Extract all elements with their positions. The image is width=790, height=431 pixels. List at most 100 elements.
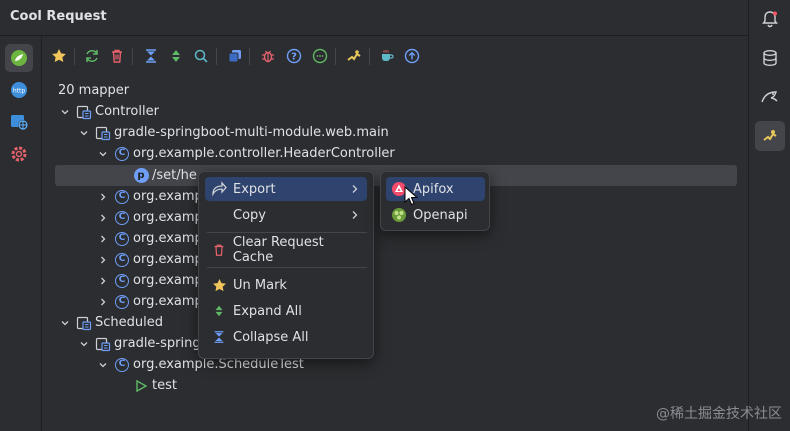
tree-label: org.examp (133, 210, 203, 225)
tree-node-scheduled[interactable]: Scheduled (58, 312, 163, 333)
copy-icon[interactable] (225, 46, 245, 66)
mouse-cursor-icon (404, 185, 419, 210)
tree-node-controller[interactable]: Controller (58, 101, 159, 122)
bug-icon[interactable] (258, 46, 278, 66)
class-icon: C (114, 146, 130, 162)
chevron-right-icon[interactable] (96, 192, 110, 202)
chevron-down-icon[interactable] (58, 318, 72, 328)
plugin-icon[interactable] (344, 46, 364, 66)
tree-node-org[interactable]: C org.examp (96, 291, 203, 312)
menu-item-export[interactable]: Export (205, 177, 367, 201)
tree-label: org.examp (133, 252, 203, 267)
class-icon: C (114, 252, 130, 268)
chevron-right-icon[interactable] (96, 255, 110, 265)
class-icon: C (114, 210, 130, 226)
tree-node-selected-path[interactable]: p /set/he (133, 165, 197, 186)
request-method-icon: p (133, 168, 149, 184)
chevron-right-icon[interactable] (96, 297, 110, 307)
chat-icon[interactable] (310, 46, 330, 66)
help-icon[interactable]: ? (284, 46, 304, 66)
menu-label: Clear Request Cache (232, 235, 324, 265)
tree-node-org[interactable]: C org.examp (96, 228, 203, 249)
class-icon: C (114, 357, 130, 373)
menu-label: Apifox (413, 181, 454, 197)
right-tool-strip (748, 0, 790, 431)
search-icon[interactable] (191, 46, 211, 66)
coffee-icon[interactable] (377, 46, 397, 66)
export-submenu: Apifox Openapi (380, 171, 490, 231)
svg-text:?: ? (291, 52, 297, 63)
submenu-item-apifox[interactable]: Apifox (386, 177, 485, 201)
chevron-right-icon (351, 183, 359, 198)
module-icon (95, 125, 111, 141)
tree-header: 20 mapper (58, 80, 129, 101)
tree-node-module-main[interactable]: gradle-springboot-multi-module.web.main (77, 122, 389, 143)
menu-divider (207, 267, 367, 268)
chevron-down-icon[interactable] (96, 360, 110, 370)
toolbar: ? (43, 40, 748, 72)
submenu-item-openapi[interactable]: Openapi (386, 203, 485, 227)
refresh-icon[interactable] (82, 46, 102, 66)
cool-request-icon[interactable] (755, 121, 785, 151)
mapper-count: 20 mapper (58, 83, 130, 98)
menu-item-unmark[interactable]: Un Mark (205, 273, 367, 297)
export-icon (211, 181, 227, 197)
menu-label: Copy (233, 207, 266, 223)
chevron-down-icon[interactable] (77, 339, 91, 349)
tree-node-module-scheduled[interactable]: gradle-spring (77, 333, 201, 354)
mongo-icon[interactable] (755, 82, 785, 112)
tree-label: Scheduled (95, 315, 163, 330)
expand-all-icon[interactable] (166, 46, 186, 66)
menu-item-copy[interactable]: Copy (205, 203, 367, 227)
delete-icon (211, 242, 227, 258)
module-icon (95, 336, 111, 352)
menu-item-clear-cache[interactable]: Clear Request Cache (205, 235, 367, 265)
upload-icon[interactable] (402, 46, 422, 66)
class-icon: C (114, 189, 130, 205)
menu-label: Un Mark (233, 277, 287, 293)
tree-label: Controller (95, 104, 159, 119)
settings-icon[interactable] (5, 140, 33, 168)
tree-node-org[interactable]: C org.examp (96, 186, 203, 207)
chevron-right-icon[interactable] (96, 234, 110, 244)
delete-icon[interactable] (107, 46, 127, 66)
tree-label: org.examp (133, 231, 203, 246)
class-icon: C (114, 231, 130, 247)
tree-label: /set/he (152, 168, 197, 183)
tree-label: gradle-springboot-multi-module.web.main (114, 125, 389, 140)
menu-item-expand-all[interactable]: Expand All (205, 299, 367, 323)
bell-icon[interactable] (755, 4, 785, 34)
chevron-right-icon (351, 209, 359, 224)
tree-label: org.examp (133, 294, 203, 309)
menu-label: Expand All (233, 303, 302, 319)
chevron-down-icon[interactable] (77, 128, 91, 138)
star-icon (211, 277, 227, 293)
chevron-right-icon[interactable] (96, 276, 110, 286)
menu-item-collapse-all[interactable]: Collapse All (205, 325, 367, 349)
tree-label: gradle-spring (114, 336, 201, 351)
collapse-all-icon[interactable] (141, 46, 161, 66)
tree-node-org[interactable]: C org.examp (96, 270, 203, 291)
menu-divider (207, 232, 367, 233)
title-bar: Cool Request (0, 0, 748, 36)
http-icon[interactable]: http (5, 76, 33, 104)
tree-label: org.examp (133, 273, 203, 288)
spring-icon[interactable] (5, 44, 33, 72)
expand-all-icon (211, 303, 227, 319)
menu-label: Export (233, 181, 276, 197)
tree-node-org[interactable]: C org.examp (96, 207, 203, 228)
chevron-down-icon[interactable] (96, 149, 110, 159)
tree-label: test (152, 378, 177, 393)
star-icon[interactable] (49, 46, 69, 66)
tree-node-test[interactable]: test (133, 375, 177, 396)
chevron-down-icon[interactable] (58, 107, 72, 117)
chevron-right-icon[interactable] (96, 213, 110, 223)
class-icon: C (114, 273, 130, 289)
tree-node-org[interactable]: C org.examp (96, 249, 203, 270)
web-icon[interactable] (5, 108, 33, 136)
tree-node-header-controller[interactable]: C org.example.controller.HeaderControlle… (96, 143, 395, 164)
tree-label: org.examp (133, 189, 203, 204)
menu-label: Collapse All (233, 329, 309, 345)
database-icon[interactable] (755, 43, 785, 73)
watermark: @稀土掘金技术社区 (656, 406, 782, 422)
